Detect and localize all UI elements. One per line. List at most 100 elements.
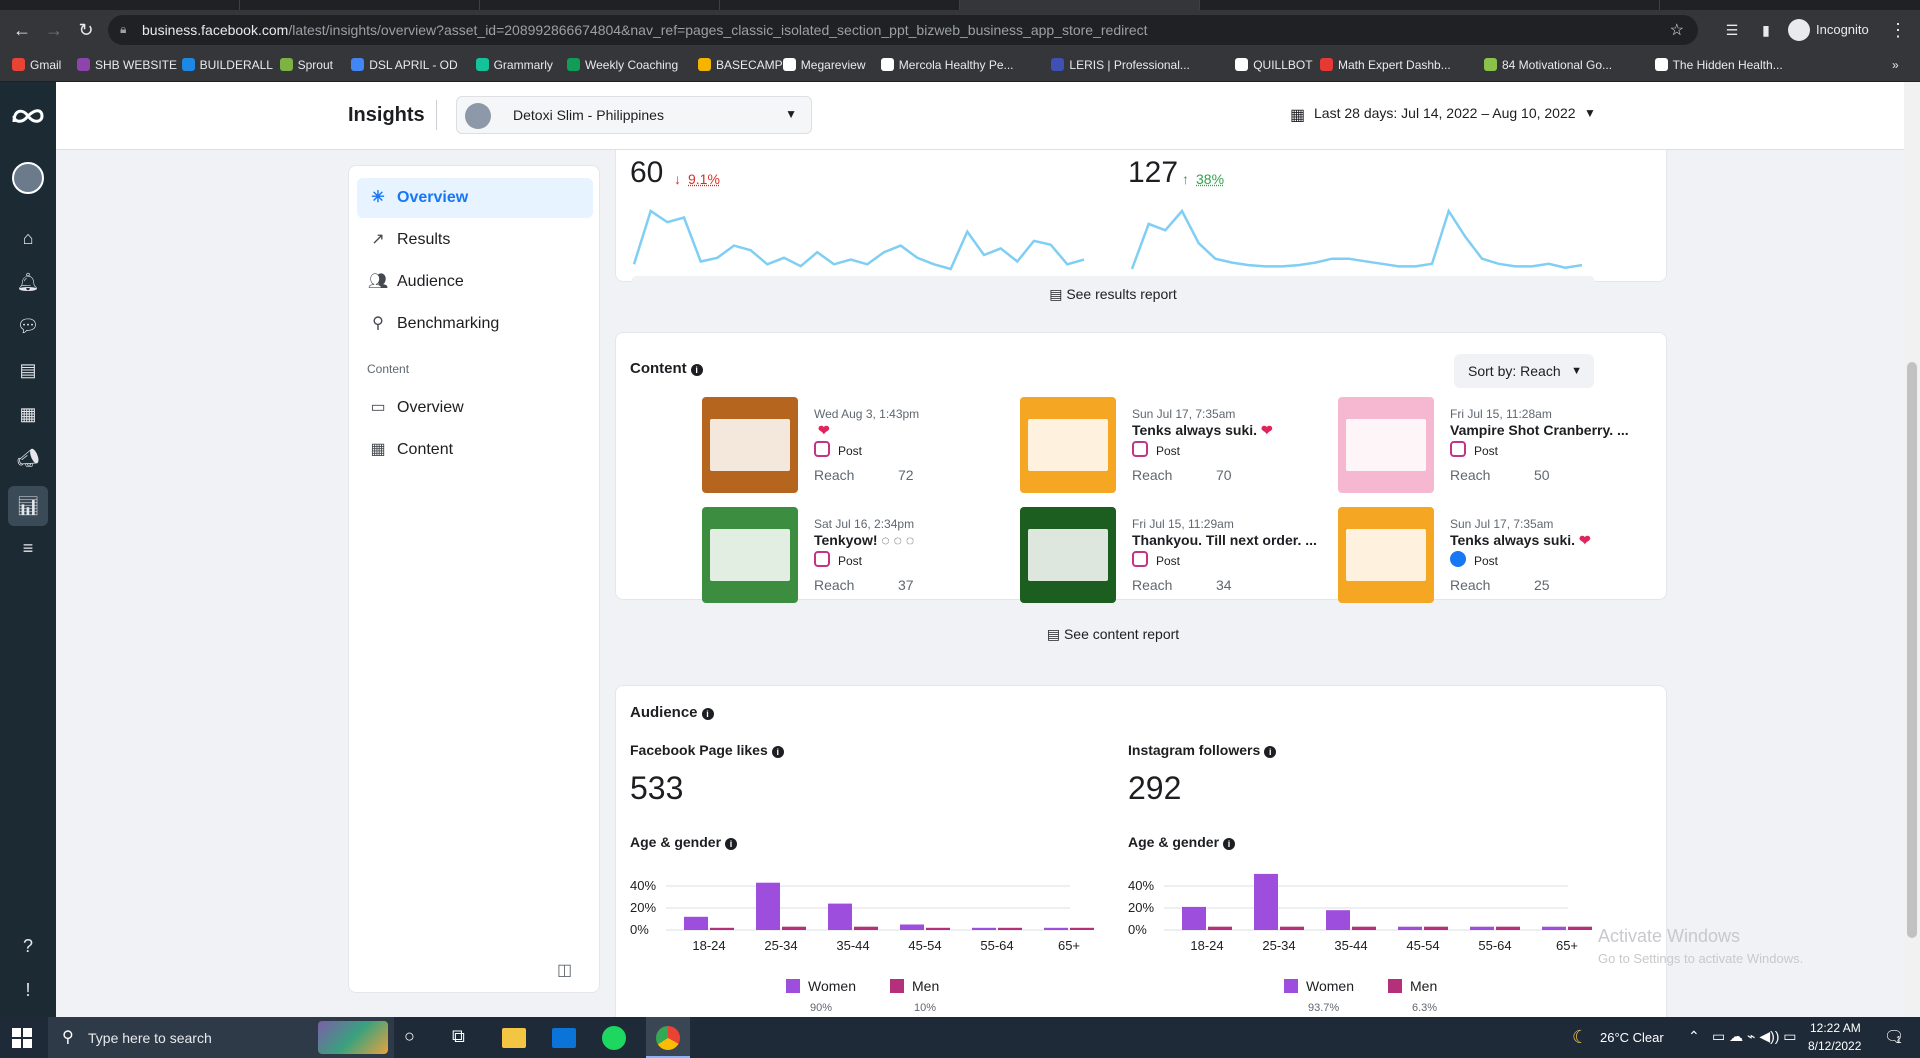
bookmark-item[interactable]: BASECAMP	[698, 58, 783, 72]
meta-logo-icon[interactable]	[10, 106, 46, 126]
chrome-taskbar-button[interactable]	[646, 1017, 690, 1058]
bar-women-45-54[interactable]	[1398, 926, 1422, 930]
all-tools-icon[interactable]: ≡	[14, 534, 42, 562]
posts-icon[interactable]: ▤	[14, 356, 42, 384]
see-results-report-button[interactable]: ▤ See results report	[631, 276, 1595, 312]
nav-item-overview[interactable]: ✳ Overview	[357, 178, 593, 218]
clock-date[interactable]: 8/12/2022	[1808, 1039, 1861, 1053]
bar-men-25-34[interactable]	[1280, 926, 1304, 930]
post-title[interactable]: Thankyou. Till next order. ...	[1132, 532, 1321, 548]
post-thumbnail[interactable]	[1020, 397, 1116, 493]
bookmark-item[interactable]: Sprout	[279, 58, 333, 72]
info-icon[interactable]: i	[690, 364, 703, 376]
collapse-panel-icon[interactable]: ◫	[557, 960, 572, 980]
browser-tab-active[interactable]	[960, 0, 1200, 10]
more-bookmarks-icon[interactable]: »	[1892, 58, 1899, 72]
post-title[interactable]: Vampire Shot Cranberry. ...	[1450, 422, 1633, 438]
bookmark-item[interactable]: DSL APRIL - OD	[351, 58, 458, 72]
back-icon[interactable]: ←	[8, 16, 36, 44]
bar-men-55-64[interactable]	[998, 927, 1022, 930]
feedback-icon[interactable]: !	[14, 976, 42, 1004]
bookmark-item[interactable]: The Hidden Health...	[1654, 58, 1783, 72]
menu-kebab-icon[interactable]: ⋮	[1884, 16, 1912, 44]
browser-tab[interactable]	[480, 0, 720, 10]
bar-women-55-64[interactable]	[1470, 926, 1494, 930]
page-scrollbar[interactable]	[1904, 82, 1920, 1017]
bar-women-25-34[interactable]	[1254, 873, 1278, 930]
bookmark-item[interactable]: BUILDERALL	[181, 58, 273, 72]
browser-tab[interactable]	[720, 0, 960, 10]
bar-women-65+[interactable]	[1044, 927, 1068, 930]
browser-tab[interactable]	[0, 0, 240, 10]
bar-men-18-24[interactable]	[1208, 926, 1232, 930]
bar-women-35-44[interactable]	[828, 903, 852, 930]
reload-icon[interactable]: ↻	[72, 16, 100, 44]
sort-by-dropdown[interactable]: Sort by: Reach ▼	[1454, 354, 1594, 388]
bar-men-65+[interactable]	[1070, 927, 1094, 930]
bookmark-item[interactable]: 84 Motivational Go...	[1484, 58, 1612, 72]
post-thumbnail[interactable]	[702, 397, 798, 493]
nav-item-audience[interactable]: 👥︎ Audience	[357, 262, 593, 302]
help-icon[interactable]: ?	[14, 932, 42, 960]
inbox-icon[interactable]: 💬︎	[14, 312, 42, 340]
date-range-selector[interactable]: Last 28 days: Jul 14, 2022 – Aug 10, 202…	[1314, 105, 1576, 121]
task-view-icon[interactable]: ⧉	[452, 1026, 465, 1047]
bar-women-65+[interactable]	[1542, 926, 1566, 930]
content-post-card[interactable]: Sat Jul 16, 2:34pm Tenkyow! ◌ ◌ ◌ Post Reac…	[702, 507, 1022, 607]
bar-men-45-54[interactable]	[1424, 926, 1448, 930]
bar-men-55-64[interactable]	[1496, 926, 1520, 930]
file-explorer-icon[interactable]	[502, 1028, 526, 1048]
post-title[interactable]: Tenks always suki. ❤	[1450, 532, 1591, 549]
mail-icon[interactable]	[552, 1028, 576, 1048]
post-thumbnail[interactable]	[702, 507, 798, 603]
forward-icon[interactable]: →	[40, 16, 68, 44]
planner-icon[interactable]: ▦	[14, 400, 42, 428]
notifications-icon[interactable]: 🔔︎	[14, 268, 42, 296]
nav-content-item-overview[interactable]: ▭ Overview	[357, 388, 593, 428]
side-panel-icon[interactable]: ▮	[1752, 16, 1780, 44]
content-post-card[interactable]: Sun Jul 17, 7:35am Tenks always suki. ❤ Pos…	[1338, 507, 1658, 607]
post-title[interactable]: Tenkyow! ◌ ◌ ◌	[814, 532, 918, 548]
see-content-report-button[interactable]: ▤ See content report	[631, 616, 1595, 652]
browser-tab[interactable]	[240, 0, 480, 10]
bar-men-45-54[interactable]	[926, 927, 950, 930]
nav-item-benchmarking[interactable]: ⚲ Benchmarking	[357, 304, 593, 344]
taskbar-search-box[interactable]: ⚲ Type here to search	[48, 1017, 394, 1058]
incognito-label[interactable]: Incognito	[1816, 22, 1869, 37]
bar-women-18-24[interactable]	[684, 916, 708, 930]
results-right-change[interactable]: 38%	[1196, 171, 1224, 187]
cortana-icon[interactable]: ○	[404, 1026, 415, 1047]
spotify-icon[interactable]	[602, 1026, 626, 1050]
tray-chevron-icon[interactable]: ⌃	[1688, 1028, 1700, 1045]
account-selector[interactable]: Detoxi Slim - Philippines ▼	[456, 96, 812, 134]
info-icon[interactable]: i	[725, 838, 738, 850]
insights-icon[interactable]: 📊︎	[8, 486, 48, 526]
browser-tab[interactable]	[1420, 0, 1660, 10]
bar-women-35-44[interactable]	[1326, 910, 1350, 930]
bookmark-item[interactable]: Grammarly	[475, 58, 553, 72]
bookmark-item[interactable]: Gmail	[12, 58, 61, 72]
nav-item-results[interactable]: ↗ Results	[357, 220, 593, 260]
ads-icon[interactable]: 📣︎	[14, 444, 42, 472]
bar-women-55-64[interactable]	[972, 927, 996, 930]
post-thumbnail[interactable]	[1338, 507, 1434, 603]
bookmark-item[interactable]: QUILLBOT	[1235, 58, 1313, 72]
bookmark-item[interactable]: Weekly Coaching	[567, 58, 678, 72]
bar-men-35-44[interactable]	[854, 926, 878, 930]
home-icon[interactable]: ⌂	[14, 224, 42, 252]
bar-women-45-54[interactable]	[900, 924, 924, 931]
info-icon[interactable]: i	[701, 708, 714, 720]
post-thumbnail[interactable]	[1020, 507, 1116, 603]
star-icon[interactable]: ☆	[1670, 20, 1684, 40]
windows-start-icon[interactable]	[12, 1028, 32, 1048]
bookmark-item[interactable]: Mercola Healthy Pe...	[880, 58, 1014, 72]
scrollbar-thumb[interactable]	[1907, 362, 1917, 938]
weather-text[interactable]: 26°C Clear	[1600, 1030, 1664, 1045]
content-post-card[interactable]: Fri Jul 15, 11:29am Thankyou. Till next o…	[1020, 507, 1340, 607]
bar-women-25-34[interactable]	[756, 882, 780, 930]
content-post-card[interactable]: Fri Jul 15, 11:28am Vampire Shot Cranberr…	[1338, 397, 1658, 497]
page-avatar[interactable]	[12, 162, 44, 194]
info-icon[interactable]: i	[1223, 838, 1236, 850]
post-title[interactable]: Tenks always suki. ❤	[1132, 422, 1273, 439]
bookmark-item[interactable]: Megareview	[782, 58, 866, 72]
